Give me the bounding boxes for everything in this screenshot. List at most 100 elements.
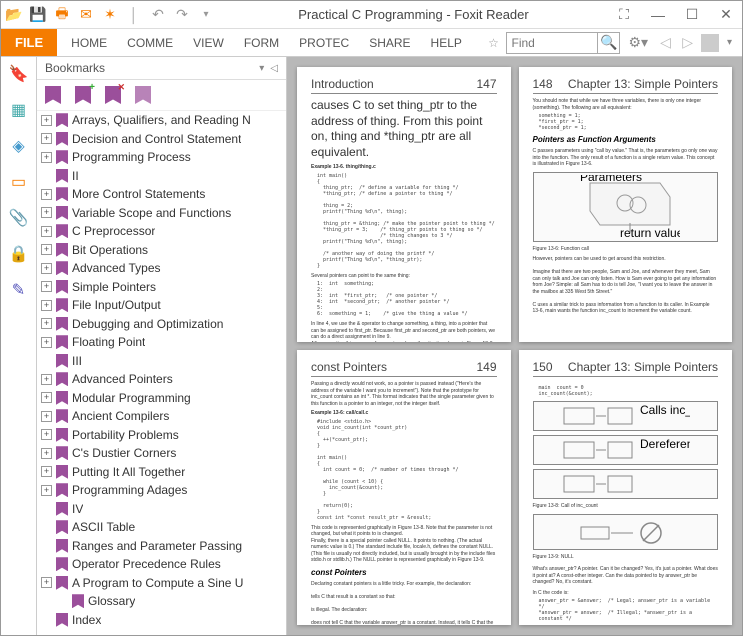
expand-icon[interactable]: + xyxy=(41,263,52,274)
ribbon-collapse-icon[interactable]: ⛶ xyxy=(612,6,636,23)
undo-icon[interactable]: ↶ xyxy=(149,6,167,24)
bookmark-item[interactable]: +C's Dustier Corners xyxy=(37,444,286,463)
expand-icon[interactable]: + xyxy=(41,244,52,255)
bookmark-item[interactable]: + More Control Statements xyxy=(37,185,286,204)
expand-icon[interactable]: + xyxy=(41,577,52,588)
bookmark-item[interactable]: Operator Precedence Rules xyxy=(37,555,286,574)
expand-icon[interactable]: + xyxy=(41,411,52,422)
bookmark-item[interactable]: +Ancient Compilers xyxy=(37,407,286,426)
save-icon[interactable]: 💾 xyxy=(29,6,47,24)
expand-icon[interactable]: + xyxy=(41,429,52,440)
tab-comment[interactable]: COMME xyxy=(119,30,181,56)
expand-icon[interactable]: + xyxy=(41,485,52,496)
layers-panel-icon[interactable]: ◈ xyxy=(8,135,30,157)
bookmark-item[interactable]: +Programming Adages xyxy=(37,481,286,500)
search-input[interactable] xyxy=(507,36,597,50)
tab-share[interactable]: SHARE xyxy=(361,30,418,56)
signatures-panel-icon[interactable]: ✎ xyxy=(8,279,30,301)
bookmark-item[interactable]: +Floating Point xyxy=(37,333,286,352)
bookmark-item[interactable]: +Arrays, Qualifiers, and Reading N xyxy=(37,111,286,130)
expand-icon[interactable]: + xyxy=(41,133,52,144)
open-icon[interactable]: 📂 xyxy=(5,6,23,24)
bookmark-item[interactable]: Index xyxy=(37,611,286,630)
bookmark-item[interactable]: +C Preprocessor xyxy=(37,222,286,241)
bookmark-icon xyxy=(56,372,68,386)
expand-icon[interactable]: + xyxy=(41,281,52,292)
bookmark-item[interactable]: + Advanced Pointers xyxy=(37,370,286,389)
star-icon[interactable]: ☆ xyxy=(484,36,502,50)
redo-icon[interactable]: ↷ xyxy=(173,6,191,24)
expand-icon[interactable]: + xyxy=(41,374,52,385)
bookmark-item[interactable]: + Portability Problems xyxy=(37,426,286,445)
search-button[interactable]: 🔍 xyxy=(597,33,619,53)
tab-form[interactable]: FORM xyxy=(236,30,287,56)
panel-collapse-icon[interactable]: ◁ xyxy=(270,63,278,74)
page-thumbnail[interactable]: 150Chapter 13: Simple Pointers main coun… xyxy=(519,350,733,625)
page-view[interactable]: Introduction147 causes C to set thing_pt… xyxy=(287,57,742,635)
page-thumbnail[interactable]: Introduction147 causes C to set thing_pt… xyxy=(297,67,511,342)
bookmark-item[interactable]: II xyxy=(37,167,286,186)
expand-icon[interactable]: + xyxy=(41,466,52,477)
new-icon[interactable]: ✶ xyxy=(101,6,119,24)
tab-help[interactable]: HELP xyxy=(423,30,470,56)
expand-icon[interactable]: + xyxy=(41,152,52,163)
tab-protect[interactable]: PROTEC xyxy=(291,30,357,56)
minimize-icon[interactable]: — xyxy=(646,7,670,23)
bookmark-item[interactable]: +Advanced Types xyxy=(37,259,286,278)
bookmark-item[interactable]: III xyxy=(37,352,286,371)
expand-icon[interactable]: + xyxy=(41,226,52,237)
expand-icon[interactable]: + xyxy=(41,207,52,218)
tab-view[interactable]: VIEW xyxy=(185,30,232,56)
user-dropdown-icon[interactable]: ▾ xyxy=(723,37,736,48)
bookmark-item[interactable]: +Decision and Control Statement xyxy=(37,130,286,149)
bookmark-item[interactable]: +Programming Process xyxy=(37,148,286,167)
bookmark-item[interactable]: +Putting It All Together xyxy=(37,463,286,482)
expand-icon[interactable]: + xyxy=(41,318,52,329)
goto-bookmark-icon[interactable] xyxy=(45,86,61,104)
tab-home[interactable]: HOME xyxy=(63,30,115,56)
delete-bookmark-icon[interactable] xyxy=(105,86,121,104)
expand-icon[interactable]: + xyxy=(41,189,52,200)
expand-bookmark-icon[interactable] xyxy=(135,86,151,104)
security-panel-icon[interactable]: 🔒 xyxy=(8,243,30,265)
email-icon[interactable]: ✉ xyxy=(77,6,95,24)
page-thumbnail[interactable]: const Pointers149 Passing a directly wou… xyxy=(297,350,511,625)
bookmark-item[interactable]: +Modular Programming xyxy=(37,389,286,408)
bookmark-label: More Control Statements xyxy=(72,187,205,201)
nav-next-icon[interactable]: ▷ xyxy=(678,34,697,50)
bookmark-item[interactable]: +Debugging and Optimization xyxy=(37,315,286,334)
bookmark-item[interactable]: +Variable Scope and Functions xyxy=(37,204,286,223)
bookmark-item[interactable]: +File Input/Output xyxy=(37,296,286,315)
bookmark-label: Portability Problems xyxy=(72,428,179,442)
add-bookmark-icon[interactable] xyxy=(75,86,91,104)
bookmark-tools xyxy=(37,80,286,111)
settings-icon[interactable]: ⚙▾ xyxy=(624,34,652,51)
pages-panel-icon[interactable]: ▦ xyxy=(8,99,30,121)
user-avatar[interactable] xyxy=(701,34,719,52)
maximize-icon[interactable]: ☐ xyxy=(680,6,704,23)
expand-icon[interactable]: + xyxy=(41,115,52,126)
nav-prev-icon[interactable]: ◁ xyxy=(656,34,675,50)
bookmark-icon xyxy=(56,261,68,275)
close-icon[interactable]: ✕ xyxy=(714,6,738,23)
expand-icon[interactable]: + xyxy=(41,392,52,403)
bookmark-panel-icon[interactable]: 🔖 xyxy=(8,63,30,85)
file-tab[interactable]: FILE xyxy=(1,29,57,56)
qat-dropdown-icon[interactable]: ▾ xyxy=(197,6,215,24)
bookmark-item[interactable]: IV xyxy=(37,500,286,519)
attachments-panel-icon[interactable]: 📎 xyxy=(8,207,30,229)
print-icon[interactable]: 🖶 xyxy=(53,6,71,24)
bookmark-item[interactable]: +Bit Operations xyxy=(37,241,286,260)
bookmark-item[interactable]: ASCII Table xyxy=(37,518,286,537)
bookmark-item[interactable]: +Simple Pointers xyxy=(37,278,286,297)
bookmark-item[interactable]: Ranges and Parameter Passing xyxy=(37,537,286,556)
bookmark-item[interactable]: +A Program to Compute a Sine U xyxy=(37,574,286,593)
comments-panel-icon[interactable]: ▭ xyxy=(8,171,30,193)
page-thumbnail[interactable]: 148Chapter 13: Simple Pointers You shoul… xyxy=(519,67,733,342)
expand-icon[interactable]: + xyxy=(41,448,52,459)
bookmark-item[interactable]: Glossary xyxy=(37,592,286,611)
bookmark-label: Advanced Pointers xyxy=(72,372,173,386)
expand-icon[interactable]: + xyxy=(41,300,52,311)
expand-icon[interactable]: + xyxy=(41,337,52,348)
panel-menu-icon[interactable]: ▾ xyxy=(259,63,264,74)
